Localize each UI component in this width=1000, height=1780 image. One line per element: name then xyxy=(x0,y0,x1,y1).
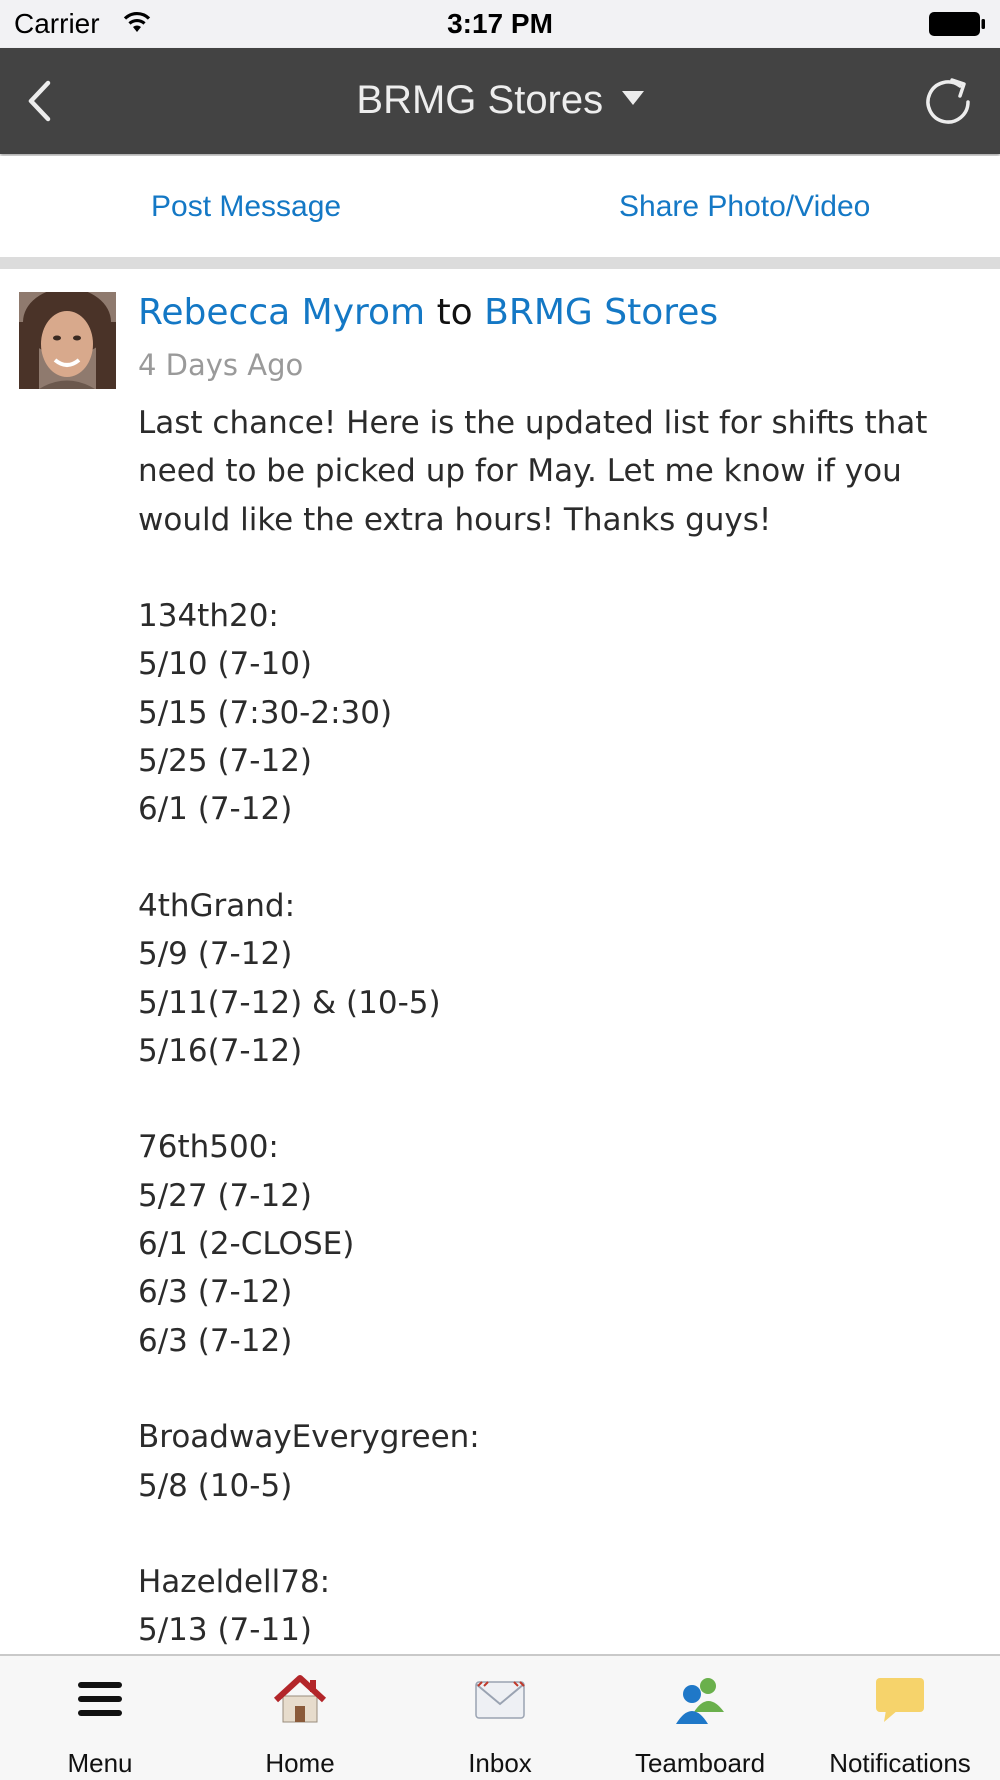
notifications-icon xyxy=(876,1678,924,1722)
group-selector[interactable]: BRMG Stores xyxy=(0,78,1000,123)
status-time: 3:17 PM xyxy=(447,8,553,39)
refresh-button[interactable] xyxy=(922,68,974,128)
section-divider xyxy=(0,257,1000,269)
post-body: Last chance! Here is the updated list fo… xyxy=(138,405,928,1649)
tab-label: Teamboard xyxy=(634,1748,766,1778)
action-bar: Post Message Share Photo/Video xyxy=(0,156,1000,256)
tab-notifications[interactable]: Notifications xyxy=(800,1656,1000,1780)
status-bar: Carrier 3:17 PM xyxy=(0,0,1000,48)
author-link[interactable]: Rebecca Myrom xyxy=(138,292,425,333)
tab-teamboard[interactable]: Teamboard xyxy=(600,1656,800,1780)
avatar[interactable] xyxy=(19,292,116,389)
tab-label: Inbox xyxy=(468,1748,532,1778)
menu-icon xyxy=(78,1682,122,1716)
caret-down-icon xyxy=(621,91,644,110)
post-header: Rebecca Myrom to BRMG Stores xyxy=(138,292,718,333)
profile-photo xyxy=(19,292,116,389)
home-icon xyxy=(273,1675,327,1723)
battery-icon xyxy=(928,11,986,42)
page-title: BRMG Stores xyxy=(356,78,604,122)
share-photo-video-button[interactable]: Share Photo/Video xyxy=(619,190,870,224)
tab-home[interactable]: Home xyxy=(200,1656,400,1780)
post-message-button[interactable]: Post Message xyxy=(151,190,341,224)
tab-label: Notifications xyxy=(829,1748,971,1778)
post-timestamp: 4 Days Ago xyxy=(138,348,304,382)
nav-bar: BRMG Stores xyxy=(0,48,1000,154)
group-link[interactable]: BRMG Stores xyxy=(484,292,718,333)
tab-bar: Menu Home Inbox Teamboard Notifications xyxy=(0,1654,1000,1780)
refresh-icon xyxy=(926,78,970,124)
tab-inbox[interactable]: Inbox xyxy=(400,1656,600,1780)
teamboard-icon xyxy=(676,1678,724,1724)
tab-label: Menu xyxy=(67,1748,133,1778)
to-label: to xyxy=(436,292,473,333)
inbox-icon xyxy=(475,1681,525,1719)
tab-label: Home xyxy=(265,1748,335,1778)
tab-menu[interactable]: Menu xyxy=(0,1656,200,1780)
